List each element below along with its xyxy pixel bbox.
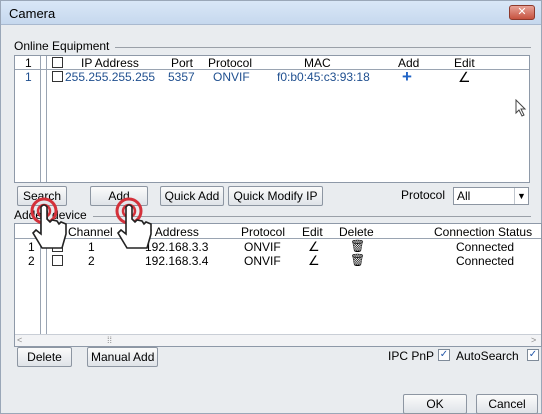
added-col-status[interactable]: Connection Status	[434, 225, 532, 239]
tap-hand-icon	[115, 197, 152, 249]
added-col-delete: Delete	[339, 225, 374, 239]
chevron-down-icon[interactable]: ▼	[514, 188, 528, 204]
online-equipment-table: 1 IP Address Port Protocol MAC Add Edit …	[14, 55, 530, 183]
mouse-pointer-icon	[515, 99, 527, 117]
autosearch-checkbox[interactable]: ✓	[527, 349, 539, 361]
protocol-select[interactable]: All ▼	[453, 187, 529, 205]
online-col-protocol[interactable]: Protocol	[208, 56, 252, 70]
added-row-channel: 2	[88, 254, 95, 268]
cancel-button[interactable]: Cancel	[476, 394, 538, 414]
online-row-checkbox[interactable]	[52, 71, 63, 82]
added-row-protocol: ONVIF	[244, 240, 281, 254]
ipc-pnp-checkbox[interactable]: ✓	[438, 349, 450, 361]
autosearch-label: AutoSearch	[456, 349, 519, 363]
edit-pencil-icon[interactable]: ∠	[458, 69, 471, 86]
trash-icon[interactable]: 🗑	[350, 239, 365, 253]
online-col-mac[interactable]: MAC	[304, 56, 331, 70]
online-row-protocol: ONVIF	[213, 70, 250, 84]
manual-add-button[interactable]: Manual Add	[87, 347, 158, 367]
online-row-index: 1	[25, 70, 32, 84]
online-row-mac: f0:b0:45:c3:93:18	[277, 70, 370, 84]
title-bar: Camera ✕	[1, 1, 541, 25]
ok-button[interactable]: OK	[403, 394, 467, 414]
edit-pencil-icon[interactable]: ∠	[308, 253, 320, 269]
delete-button[interactable]: Delete	[17, 347, 72, 367]
added-row-status: Connected	[456, 240, 515, 254]
added-col-edit: Edit	[302, 225, 323, 239]
added-row-status: Connected	[456, 254, 515, 268]
protocol-label: Protocol	[401, 188, 446, 202]
tap-hand-icon	[30, 197, 67, 249]
online-equipment-label: Online Equipment	[14, 39, 110, 53]
online-group-divider	[115, 47, 531, 48]
scroll-left-icon[interactable]: <	[17, 335, 22, 346]
added-col-protocol[interactable]: Protocol	[241, 225, 285, 239]
quick-add-button[interactable]: Quick Add	[160, 186, 224, 206]
added-row-channel: 1	[88, 240, 95, 254]
online-col-index: 1	[25, 56, 32, 70]
add-device-plus-icon[interactable]: +	[402, 67, 412, 87]
online-row-port: 5357	[168, 70, 195, 84]
ipc-pnp-label: IPC PnP	[388, 349, 435, 363]
window-title: Camera	[9, 6, 56, 21]
online-col-ip[interactable]: IP Address	[81, 56, 139, 70]
online-select-all-checkbox[interactable]	[52, 57, 63, 68]
added-row-protocol: ONVIF	[244, 254, 281, 268]
quick-modify-ip-button[interactable]: Quick Modify IP	[228, 186, 323, 206]
online-row-ip: 255.255.255.255	[65, 70, 156, 84]
scroll-thumb-icon[interactable]: ⁞⁞	[107, 335, 112, 346]
camera-dialog: Camera ✕ Online Equipment 1 IP Address P…	[0, 0, 542, 414]
trash-icon[interactable]: 🗑	[350, 253, 365, 267]
added-device-table: Channel IP Address Protocol Edit Delete …	[14, 223, 542, 347]
scroll-right-icon[interactable]: >	[531, 335, 536, 346]
protocol-select-value: All	[457, 189, 471, 203]
horizontal-scrollbar[interactable]: < ⁞⁞ >	[15, 334, 541, 346]
close-icon[interactable]: ✕	[509, 5, 535, 20]
online-col-edit: Edit	[454, 56, 475, 70]
online-col-port[interactable]: Port	[171, 56, 193, 70]
